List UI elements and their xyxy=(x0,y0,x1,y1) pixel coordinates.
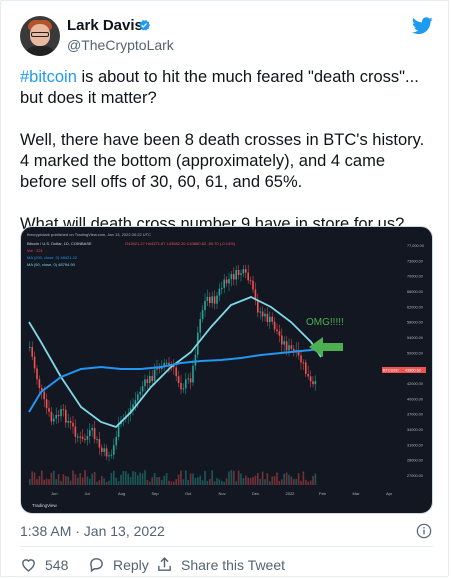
price-axis-tick: 66000.00 xyxy=(407,290,423,294)
verified-badge-icon xyxy=(139,20,151,31)
tweet-paragraph-2: Well, there have been 8 death crosses in… xyxy=(20,131,425,191)
heart-icon xyxy=(22,559,35,572)
avatar[interactable] xyxy=(20,16,60,56)
chart-volume: Vol · 221 xyxy=(27,248,44,253)
time-axis-tick: Dec xyxy=(252,491,259,496)
time-axis-tick: Mar xyxy=(353,491,361,496)
price-axis-tick: 34000.00 xyxy=(407,428,423,432)
price-axis-tick: 62000.00 xyxy=(407,305,423,309)
share-icon xyxy=(158,557,171,571)
info-icon[interactable] xyxy=(416,523,432,539)
price-axis-tick: 37000.00 xyxy=(407,413,423,417)
divider xyxy=(20,546,433,547)
ma-50-line xyxy=(28,296,322,429)
price-chart-image: thecryptolark published on TradingView.c… xyxy=(27,232,426,508)
price-axis-tick: 42000.00 xyxy=(407,382,423,386)
chart-ma-50-label: MA (50, close, 0) 48794.90 xyxy=(27,262,76,267)
chart-ohlc: O43921.27 H44371.87 L43582.20 C43860.62 … xyxy=(125,241,236,246)
time-axis-tick: Aug xyxy=(118,491,125,496)
time-axis-tick: Feb xyxy=(319,491,327,496)
price-axis-tick: 77,000.00 xyxy=(407,244,424,248)
time-axis-tick: Sep xyxy=(152,491,160,496)
time-axis-tick: Nov xyxy=(219,491,226,496)
omg-annotation: OMG!!!!! xyxy=(306,317,344,328)
author-name[interactable]: Lark Davis xyxy=(67,17,143,34)
chart-ma-200-label: MA (200, close, 0) 48421.22 xyxy=(27,255,78,260)
price-tag-value: 43860.62 xyxy=(405,369,421,373)
price-axis-tick: 28000.00 xyxy=(407,459,423,463)
reply-button[interactable]: Reply xyxy=(88,556,149,573)
tweet-card: Lark Davis @TheCryptoLark #bitcoin is ab… xyxy=(0,0,449,577)
volume-bars xyxy=(29,470,317,485)
price-axis-tick: 70000.00 xyxy=(407,275,423,279)
twitter-bird-icon[interactable] xyxy=(412,17,433,35)
chart-title-line: Bitcoin / U.S. Dollar, 1D, COINBASE xyxy=(27,241,92,246)
price-axis-tick: 50000.00 xyxy=(407,351,423,355)
price-axis-tick: 31000.00 xyxy=(407,443,423,447)
ma-200-line xyxy=(28,348,322,413)
time-axis-tick: Jul xyxy=(85,491,90,496)
time-axis-tick: Oct xyxy=(185,491,192,496)
price-axis-tick: 27000.00 xyxy=(407,474,423,478)
price-axis-tick: 40000.00 xyxy=(407,397,423,401)
hashtag-link[interactable]: #bitcoin xyxy=(20,68,77,86)
candles xyxy=(29,264,317,462)
time-axis: Jun Jul Aug Sep Oct Nov Dec 2022 Feb Mar Apr xyxy=(51,491,393,496)
tweet-paragraph-1: is about to hit the much feared "death c… xyxy=(20,68,419,107)
reply-label: Reply xyxy=(113,556,149,573)
author-handle[interactable]: @TheCryptoLark xyxy=(67,37,174,53)
share-button[interactable]: Share this Tweet xyxy=(156,556,285,573)
price-axis-tick: 54000.00 xyxy=(407,336,423,340)
price-axis-tick: 58000.00 xyxy=(407,321,423,325)
time-axis-tick: 2022 xyxy=(286,491,296,496)
share-label: Share this Tweet xyxy=(181,556,286,573)
tradingview-footer: TradingView xyxy=(32,503,58,508)
time-axis-tick: Jun xyxy=(51,491,57,496)
like-count: 548 xyxy=(45,556,69,573)
like-button[interactable]: 548 xyxy=(20,556,68,573)
time-axis-tick: Apr xyxy=(386,491,393,496)
green-arrow-icon xyxy=(309,337,343,357)
reply-icon xyxy=(90,558,103,573)
price-axis-tick: 73000.00 xyxy=(407,259,423,263)
tweet-timestamp[interactable]: 1:38 AM · Jan 13, 2022 xyxy=(20,523,165,539)
chart-header-line: thecryptolark published on TradingView.c… xyxy=(27,232,151,237)
price-tag-symbol: BTCUSD xyxy=(383,369,399,373)
tweet-media-chart-image[interactable]: thecryptolark published on TradingView.c… xyxy=(20,226,433,514)
price-axis: 77,000.00 73000.00 70000.00 66000.00 62000.0… xyxy=(407,244,424,478)
